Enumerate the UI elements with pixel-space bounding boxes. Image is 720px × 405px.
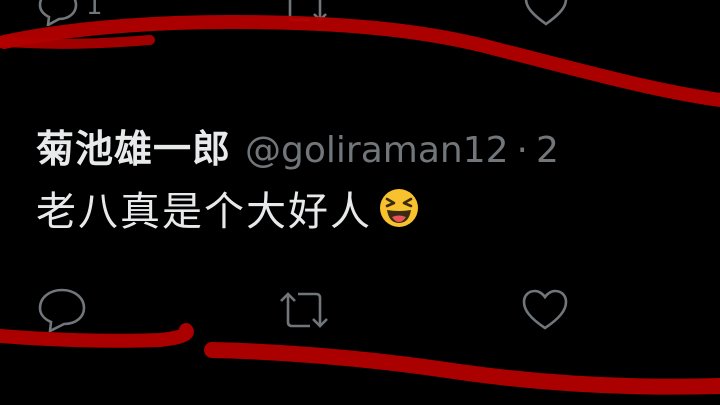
reply-button[interactable] <box>36 286 88 332</box>
retweet-icon <box>280 292 328 328</box>
tweet-body: 老八真是个大好人 <box>36 189 372 235</box>
separator: · <box>516 130 528 171</box>
like-icon <box>522 289 568 330</box>
like-button[interactable] <box>520 288 570 332</box>
user-handle[interactable]: @goliraman12 <box>245 130 509 171</box>
tweet-actions <box>0 286 720 336</box>
like-button[interactable] <box>522 0 570 28</box>
tweet-header: 菊池雄一郎 @goliraman12 · 2 <box>36 118 720 173</box>
retweet-button[interactable] <box>280 0 330 26</box>
reply-icon <box>38 288 86 332</box>
reply-button[interactable]: 1 <box>36 0 103 26</box>
like-icon <box>524 0 568 26</box>
reply-count: 1 <box>86 0 103 21</box>
timestamp[interactable]: 2 <box>536 130 559 171</box>
display-name[interactable]: 菊池雄一郎 <box>36 118 231 173</box>
laughing-face-emoji <box>380 189 418 227</box>
retweet-icon <box>288 0 327 22</box>
tweet[interactable]: 菊池雄一郎 @goliraman12 · 2 老八真是个大好人 <box>36 118 720 237</box>
retweet-button[interactable] <box>276 288 332 332</box>
previous-tweet-actions: 1 <box>0 0 720 26</box>
reply-icon <box>38 0 78 26</box>
tweet-text: 老八真是个大好人 <box>36 179 720 237</box>
